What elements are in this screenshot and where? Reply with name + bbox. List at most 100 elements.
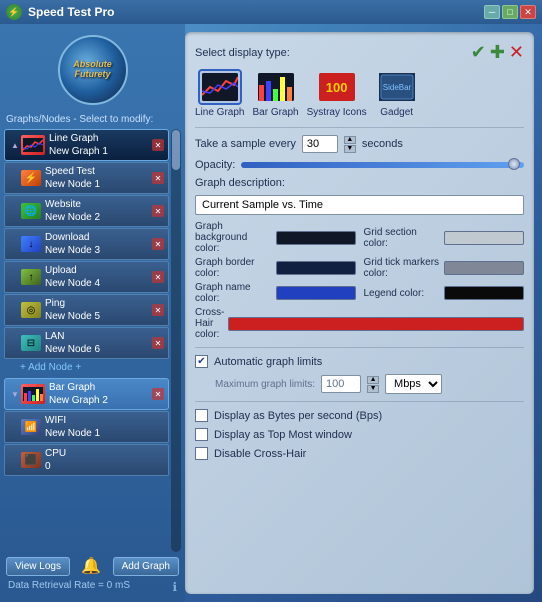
close-button[interactable]: ✕: [520, 5, 536, 19]
view-logs-button[interactable]: View Logs: [6, 557, 70, 576]
border-color-swatch[interactable]: [276, 261, 356, 275]
graph-header-bar-text: Bar Graph New Graph 2: [49, 381, 150, 407]
divider-2: [195, 347, 524, 348]
unit-select[interactable]: Mbps Kbps Gbps Bps: [385, 374, 442, 394]
info-icon[interactable]: ℹ: [172, 580, 177, 594]
legend-color-item: Legend color:: [364, 282, 525, 304]
sample-down[interactable]: ▼: [344, 145, 356, 153]
max-graph-label: Maximum graph limits:: [215, 379, 315, 390]
node-upload[interactable]: ↑ Upload New Node 4 ✕: [4, 261, 169, 293]
confirm-button[interactable]: ✔: [471, 42, 486, 63]
scrollbar-thumb[interactable]: [172, 130, 180, 170]
collapse-arrow-bar[interactable]: ▼: [9, 388, 21, 400]
bell-icon: 🔔: [81, 556, 101, 576]
desc-label-row: Graph description:: [195, 177, 524, 189]
disable-crosshair-label: Disable Cross-Hair: [214, 448, 306, 460]
node-lan[interactable]: ⊟ LAN New Node 6 ✕: [4, 327, 169, 359]
auto-limits-checkbox[interactable]: ✔: [195, 355, 208, 368]
graph-desc-input[interactable]: [195, 195, 524, 215]
close-node-upload[interactable]: ✕: [152, 271, 164, 283]
cpu-icon: ⬛: [21, 452, 41, 468]
tick-color-item: Grid tick markers color:: [364, 257, 525, 279]
desc-label: Graph description:: [195, 177, 285, 189]
display-bytes-row: Display as Bytes per second (Bps): [195, 409, 524, 422]
type-line-graph[interactable]: Line Graph: [195, 69, 244, 118]
add-graph-button[interactable]: Add Graph: [113, 557, 179, 576]
opacity-thumb[interactable]: [508, 158, 520, 170]
tick-color-label: Grid tick markers color:: [364, 257, 441, 279]
scrollbar-track[interactable]: [171, 129, 181, 552]
graph-group-line: ▲ Line Graph New Graph 1 ✕: [4, 129, 169, 376]
main-container: AbsoluteFuturety Graphs/Nodes - Select t…: [0, 24, 542, 602]
line-graph-icon: [21, 135, 45, 155]
close-node-lan[interactable]: ✕: [152, 337, 164, 349]
cancel-type-button[interactable]: ✕: [509, 42, 524, 63]
node-ping[interactable]: ◎ Ping New Node 5 ✕: [4, 294, 169, 326]
crosshair-color-swatch[interactable]: [228, 317, 524, 331]
type-systray[interactable]: 100 Systray Icons: [307, 69, 367, 118]
type-actions: ✔ ✚ ✕: [471, 42, 524, 63]
tick-color-swatch[interactable]: [444, 261, 524, 275]
minimize-button[interactable]: ─: [484, 5, 500, 19]
top-most-label: Display as Top Most window: [214, 429, 352, 441]
sample-input[interactable]: [302, 135, 338, 153]
legend-color-swatch[interactable]: [444, 286, 524, 300]
node-website[interactable]: 🌐 Website New Node 2 ✕: [4, 195, 169, 227]
upload-icon: ↑: [21, 269, 41, 285]
bg-color-swatch[interactable]: [276, 231, 356, 245]
crosshair-color-label: Cross-Hair color:: [195, 307, 224, 340]
grid-color-item: Grid section color:: [364, 221, 525, 254]
auto-limits-row: ✔ Automatic graph limits: [195, 355, 524, 368]
add-type-button[interactable]: ✚: [490, 42, 505, 63]
sidebar-bottom: View Logs 🔔 Add Graph: [4, 552, 181, 578]
grid-color-swatch[interactable]: [444, 231, 524, 245]
max-down[interactable]: ▼: [367, 385, 379, 393]
disable-crosshair-checkbox[interactable]: [195, 447, 208, 460]
close-node-speed[interactable]: ✕: [152, 172, 164, 184]
type-bar-graph-label: Bar Graph: [252, 107, 298, 118]
max-up[interactable]: ▲: [367, 376, 379, 384]
type-systray-label: Systray Icons: [307, 107, 367, 118]
speed-test-icon: ⚡: [21, 170, 41, 186]
close-node-website[interactable]: ✕: [152, 205, 164, 217]
upload-text: Upload New Node 4: [45, 264, 150, 290]
max-value-input[interactable]: [321, 375, 361, 393]
ping-icon: ◎: [21, 302, 41, 318]
wifi-text: WIFI New Node 1: [45, 414, 164, 440]
graph-name-line: Line Graph: [49, 132, 150, 145]
close-node-download[interactable]: ✕: [152, 238, 164, 250]
node-download[interactable]: ↓ Download New Node 3 ✕: [4, 228, 169, 260]
app-icon: ⚡: [6, 4, 22, 20]
graph-header-bar[interactable]: ▼ Bar Graph: [4, 378, 169, 410]
node-speed-test[interactable]: ⚡ Speed Test New Node 1 ✕: [4, 162, 169, 194]
auto-limits-label: Automatic graph limits: [214, 356, 322, 368]
type-gadget[interactable]: SideBar Gadget: [375, 69, 419, 118]
lan-text: LAN New Node 6: [45, 330, 150, 356]
top-most-checkbox[interactable]: [195, 428, 208, 441]
display-bytes-checkbox[interactable]: [195, 409, 208, 422]
name-color-label: Graph name color:: [195, 282, 272, 304]
sample-rate-row: Take a sample every ▲ ▼ seconds: [195, 135, 524, 153]
close-group-line[interactable]: ✕: [152, 139, 164, 151]
systray-preview: 100: [319, 73, 355, 101]
name-color-swatch[interactable]: [276, 286, 356, 300]
close-node-ping[interactable]: ✕: [152, 304, 164, 316]
graph-header-line[interactable]: ▲ Line Graph New Graph 1 ✕: [4, 129, 169, 161]
scroll-container: ▲ Line Graph New Graph 1 ✕: [4, 129, 181, 552]
opacity-slider[interactable]: [241, 162, 524, 168]
opacity-row: Opacity:: [195, 159, 524, 171]
add-node-button-line[interactable]: + Add Node +: [4, 359, 169, 376]
close-group-bar[interactable]: ✕: [152, 388, 164, 400]
type-bar-graph[interactable]: Bar Graph: [252, 69, 298, 118]
graph-header-line-text: Line Graph New Graph 1: [49, 132, 150, 158]
logo-area: AbsoluteFuturety: [4, 30, 181, 110]
maximize-button[interactable]: □: [502, 5, 518, 19]
node-wifi[interactable]: 📶 WIFI New Node 1: [4, 411, 169, 443]
node-cpu[interactable]: ⬛ CPU 0: [4, 444, 169, 476]
top-most-row: Display as Top Most window: [195, 428, 524, 441]
collapse-arrow-line[interactable]: ▲: [9, 139, 21, 151]
status-text: Data Retrieval Rate = 0 mS: [8, 580, 130, 591]
website-text: Website New Node 2: [45, 198, 150, 224]
divider-1: [195, 127, 524, 128]
sample-up[interactable]: ▲: [344, 136, 356, 144]
